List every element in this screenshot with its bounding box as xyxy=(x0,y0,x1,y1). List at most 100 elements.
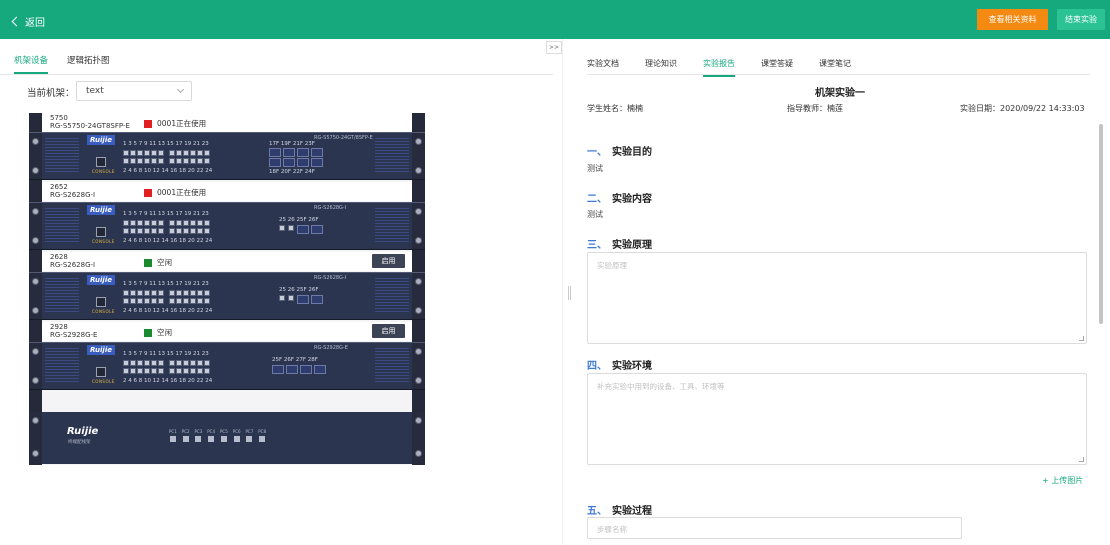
pc-port[interactable]: PC8 xyxy=(258,429,266,442)
enable-button[interactable]: 启用 xyxy=(372,324,405,338)
switch-panel[interactable]: Ruijie CONSOLE RG-S2928G-E 1 3 5 7 9 11 … xyxy=(29,342,425,390)
left-tabs: 机架设备 逻辑拓扑图 xyxy=(14,54,110,74)
rack-ear xyxy=(29,133,42,179)
port-numbers-top: 1 3 5 7 9 11 13 15 17 19 21 23 xyxy=(123,211,209,217)
console-port xyxy=(96,157,106,167)
switch-panel[interactable]: Ruijie CONSOLE RG-S2628G-I 1 3 5 7 9 11 … xyxy=(29,202,425,250)
console-port xyxy=(96,367,106,377)
port-row xyxy=(123,368,211,374)
pc-port[interactable]: PC3 xyxy=(195,429,202,442)
sfp-labels-bottom: 18F 20F 22F 24F xyxy=(269,169,315,175)
pc-port[interactable]: PC7 xyxy=(246,429,253,442)
switch-panel[interactable]: Ruijie CONSOLE RG-S5750-24GT/8SFP-E 1 3 … xyxy=(29,132,425,180)
device-info-row: 2652 RG-S2628G-I 0001正在使用 xyxy=(42,182,412,201)
experiment-date: 实验日期：2020/09/22 14:33:03 xyxy=(960,104,1085,113)
device-status: 0001正在使用 xyxy=(144,187,206,198)
panel-model: RG-S2928G-E xyxy=(314,345,348,351)
panel-splitter xyxy=(562,39,563,545)
collapse-panel-button[interactable]: >> xyxy=(546,41,562,54)
device-status: 空闲 xyxy=(144,257,172,268)
view-materials-button[interactable]: 查看相关资料 xyxy=(977,9,1048,30)
resize-grip-icon[interactable] xyxy=(1079,457,1084,462)
rack-view: 5750 RG-S5750-24GT8SFP-E 0001正在使用 Ruijie … xyxy=(29,113,425,465)
rack-ear xyxy=(412,273,425,319)
device-name: 2628 RG-S2628G-I xyxy=(50,253,96,269)
port-numbers-top: 1 3 5 7 9 11 13 15 17 19 21 23 xyxy=(123,281,209,287)
section-heading: 二、 实验内容 xyxy=(587,194,652,205)
section-heading: 五、 实验过程 xyxy=(587,506,652,517)
rack-ear xyxy=(29,343,42,389)
port-row xyxy=(123,158,211,164)
top-bar: 返回 查看相关资料 结束实验 xyxy=(0,0,1110,39)
rack-ear xyxy=(412,203,425,249)
pc-port[interactable]: PC5 xyxy=(220,429,228,442)
current-rack-label: 当前机架： xyxy=(27,88,75,99)
pc-port[interactable]: PC2 xyxy=(182,429,190,442)
patch-panel-subtitle: 终端配线架 xyxy=(68,440,91,445)
pc-port[interactable]: PC4 xyxy=(207,429,215,442)
panel-model: RG-S2628G-I xyxy=(314,275,347,281)
ruijie-logo: Ruijie xyxy=(87,135,115,145)
port-numbers-bottom: 2 4 6 8 10 12 14 16 18 20 22 24 xyxy=(123,168,213,174)
sfp-labels-top: 25 26 25F 26F xyxy=(279,287,319,293)
back-label: 返回 xyxy=(25,18,45,29)
environment-textarea[interactable]: 补充实验中用到的设备、工具、环境等 xyxy=(587,373,1087,465)
tab-rack-devices[interactable]: 机架设备 xyxy=(14,54,49,74)
patch-panel[interactable]: Ruijie 终端配线架 PC1 PC2 PC3 PC4 PC5 PC6 PC7… xyxy=(29,412,425,464)
pc-port[interactable]: PC1 xyxy=(169,429,177,442)
device-name: 2652 RG-S2628G-I xyxy=(50,183,96,199)
rack-ear xyxy=(412,133,425,179)
console-label: CONSOLE xyxy=(92,239,115,244)
upload-image-button[interactable]: + 上传图片 xyxy=(1042,475,1083,486)
port-numbers-bottom: 2 4 6 8 10 12 14 16 18 20 22 24 xyxy=(123,238,213,244)
port-row xyxy=(123,220,211,226)
port-numbers-bottom: 2 4 6 8 10 12 14 16 18 20 22 24 xyxy=(123,308,213,314)
student-name: 学生姓名：楠楠 xyxy=(587,104,643,113)
sfp-ports xyxy=(272,365,326,374)
console-label: CONSOLE xyxy=(92,169,115,174)
device-status: 0001正在使用 xyxy=(144,118,206,129)
resize-grip-icon[interactable] xyxy=(1079,336,1084,341)
port-row xyxy=(123,290,211,296)
chevron-left-icon xyxy=(11,16,22,27)
section-heading: 三、 实验原理 xyxy=(587,240,652,251)
sfp-labels-top: 25 26 25F 26F xyxy=(279,217,319,223)
end-experiment-button[interactable]: 结束实验 xyxy=(1057,9,1105,30)
scrollbar[interactable] xyxy=(1099,124,1103,324)
section-text: 测试 xyxy=(587,164,603,173)
step-name-input[interactable]: 步骤名称 xyxy=(587,517,962,539)
enable-button[interactable]: 启用 xyxy=(372,254,405,268)
sfp-ports xyxy=(279,225,323,234)
back-button[interactable]: 返回 xyxy=(11,14,45,29)
port-row xyxy=(123,360,211,366)
port-numbers-top: 1 3 5 7 9 11 13 15 17 19 21 23 xyxy=(123,351,209,357)
rack-ear xyxy=(412,343,425,389)
ruijie-logo: Ruijie xyxy=(87,345,115,355)
device-name: 2928 RG-S2928G-E xyxy=(50,323,98,339)
resize-handle[interactable] xyxy=(568,286,571,300)
port-numbers-top: 1 3 5 7 9 11 13 15 17 19 21 23 xyxy=(123,141,209,147)
sfp-ports xyxy=(269,148,323,157)
device-name: 5750 RG-S5750-24GT8SFP-E xyxy=(50,114,130,130)
status-indicator xyxy=(144,119,152,128)
section-heading: 一、 实验目的 xyxy=(587,147,652,158)
vent-grille xyxy=(45,138,79,174)
console-label: CONSOLE xyxy=(92,309,115,314)
device-status: 空闲 xyxy=(144,327,172,338)
rack-ear xyxy=(29,203,42,249)
vent-grille xyxy=(375,278,409,314)
port-row xyxy=(123,298,211,304)
tab-logic-topology[interactable]: 逻辑拓扑图 xyxy=(67,54,110,74)
switch-panel[interactable]: Ruijie CONSOLE RG-S2628G-I 1 3 5 7 9 11 … xyxy=(29,272,425,320)
pc-port[interactable]: PC6 xyxy=(233,429,241,442)
rack-ear xyxy=(29,273,42,319)
principle-textarea[interactable]: 实验原理 xyxy=(587,252,1087,344)
sfp-labels-top: 25F 26F 27F 28F xyxy=(272,357,318,363)
teacher-name: 指导教师：楠莲 xyxy=(787,104,843,113)
status-indicator xyxy=(144,328,152,337)
sfp-labels-top: 17F 19F 21F 23F xyxy=(269,141,315,147)
vent-grille xyxy=(45,348,79,384)
report-title: 机架实验一 xyxy=(815,88,865,99)
rack-select[interactable]: text xyxy=(76,81,192,101)
port-row xyxy=(123,150,211,156)
